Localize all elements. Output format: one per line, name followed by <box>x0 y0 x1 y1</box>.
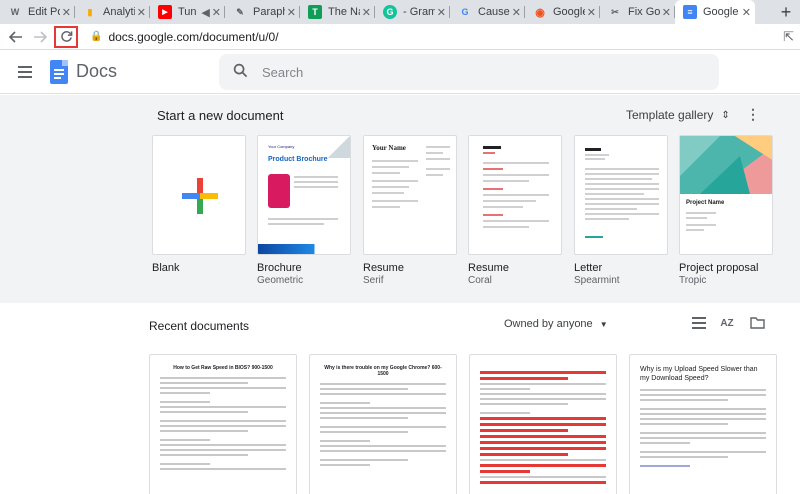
template-thumbnail[interactable] <box>574 135 668 255</box>
template-subtitle: Serif <box>363 275 384 286</box>
menu-icon[interactable] <box>18 65 32 78</box>
template-subtitle: Tropic <box>679 275 707 286</box>
owner-filter-dropdown[interactable]: Owned by anyone ▼ <box>504 318 608 330</box>
folder-icon[interactable] <box>749 316 765 330</box>
more-options-icon[interactable]: ⋮ <box>746 106 760 123</box>
template-thumbnail[interactable] <box>152 135 246 255</box>
sheets-icon: T <box>308 5 322 19</box>
browser-tab[interactable]: ▮Analytic✕ <box>75 0 150 24</box>
browser-tab[interactable]: ▶ Tun ◀ ✕ <box>150 0 225 24</box>
template-section: Start a new document Template gallery ⇕ … <box>0 95 800 303</box>
browser-tab[interactable]: ◉Google✕ <box>525 0 600 24</box>
browser-tab[interactable]: ✂Fix Goo✕ <box>600 0 675 24</box>
browser-tab[interactable]: TThe Nat✕ <box>300 0 375 24</box>
browser-tab[interactable]: ✎Paraphr✕ <box>225 0 300 24</box>
close-icon[interactable]: ✕ <box>742 6 751 19</box>
template-name: Project proposal <box>679 262 759 274</box>
recent-doc-card[interactable]: Why is there trouble on my Google Chrome… <box>309 354 457 494</box>
docs-header: Docs <box>0 50 800 94</box>
recent-doc-card[interactable]: Why is my Upload Speed Slower than my Do… <box>629 354 777 494</box>
template-name: Resume <box>363 262 404 274</box>
sort-az-icon[interactable]: AZ <box>719 316 735 330</box>
arrow-right-icon <box>34 30 47 43</box>
browser-tab[interactable]: GCauses✕ <box>450 0 525 24</box>
google-icon: G <box>461 7 469 17</box>
lock-icon: 🔒 <box>90 31 103 42</box>
template-thumbnail[interactable]: Your Company Product Brochure <box>257 135 351 255</box>
template-section-title: Start a new document <box>157 108 284 123</box>
analytics-icon: ▮ <box>87 6 93 17</box>
template-gallery-button[interactable]: Template gallery ⇕ <box>626 108 730 122</box>
share-icon[interactable]: ⇱ <box>783 29 794 45</box>
browser-tab[interactable]: WEdit Pos✕ <box>0 0 75 24</box>
template-thumbnail[interactable]: Project Name <box>679 135 773 255</box>
template-card-resume-coral[interactable]: Resume Coral <box>468 135 562 286</box>
template-name: Letter <box>574 262 603 274</box>
recent-doc-card[interactable] <box>469 354 617 494</box>
close-icon[interactable]: ✕ <box>212 6 221 19</box>
tools-icon: ✂ <box>611 6 619 17</box>
back-button[interactable] <box>4 25 28 49</box>
close-icon[interactable]: ✕ <box>662 6 671 19</box>
wordpress-icon: W <box>10 7 20 17</box>
close-icon[interactable]: ✕ <box>512 6 521 19</box>
template-thumbnail[interactable] <box>468 135 562 255</box>
template-thumbnail[interactable]: Your Name <box>363 135 457 255</box>
url-field[interactable]: 🔒 docs.google.com/document/u/0/ <box>90 30 279 44</box>
template-card-resume-serif[interactable]: Your Name Resume Serif <box>363 135 457 286</box>
list-view-icon[interactable] <box>691 316 707 330</box>
template-name: Blank <box>152 262 180 274</box>
docs-icon: ≡ <box>683 5 697 19</box>
close-icon[interactable]: ✕ <box>287 6 296 19</box>
template-subtitle: Spearmint <box>574 275 620 286</box>
template-card-blank[interactable]: Blank <box>152 135 246 274</box>
dropdown-arrow-icon: ▼ <box>599 320 608 329</box>
arrow-left-icon <box>9 30 22 43</box>
template-card-letter[interactable]: Letter Spearmint <box>574 135 668 286</box>
template-subtitle: Geometric <box>257 275 304 286</box>
close-icon[interactable]: ✕ <box>362 6 371 19</box>
recent-doc-card[interactable]: How to Get Raw Speed in BIOS? 900-1500 <box>149 354 297 494</box>
app-title[interactable]: Docs <box>76 61 117 82</box>
youtube-icon: ▶ <box>158 5 172 19</box>
close-icon[interactable]: ✕ <box>62 6 71 19</box>
template-subtitle: Coral <box>468 275 492 286</box>
search-icon[interactable] <box>233 63 248 82</box>
url-text: docs.google.com/document/u/0/ <box>108 29 279 44</box>
template-card-project-proposal[interactable]: Project Name Project proposal Tropic <box>679 135 773 286</box>
doc-title: Why is there trouble on my Google Chrome… <box>324 365 442 377</box>
browser-tab[interactable]: G- Gramm✕ <box>375 0 450 24</box>
template-card-brochure[interactable]: Your Company Product Brochure Brochure G… <box>257 135 351 286</box>
template-name: Resume <box>468 262 509 274</box>
close-icon[interactable]: ✕ <box>437 6 446 19</box>
recent-documents-title: Recent documents <box>149 319 250 333</box>
plus-icon <box>182 178 218 214</box>
reload-icon <box>60 31 72 42</box>
close-icon[interactable]: ✕ <box>137 6 146 19</box>
grammarly-icon: G <box>383 5 397 19</box>
speaker-icon[interactable]: ◀ <box>201 6 209 19</box>
forward-button[interactable] <box>28 25 52 49</box>
search-input[interactable] <box>262 64 662 80</box>
quill-icon: ✎ <box>236 6 244 17</box>
browser-tab-active[interactable]: ≡ Google ✕ <box>675 0 755 24</box>
doc-title: Why is my Upload Speed Slower than my Do… <box>640 366 758 382</box>
address-bar: 🔒 docs.google.com/document/u/0/ ⇱ <box>0 24 800 50</box>
template-name: Brochure <box>257 262 302 274</box>
docs-logo[interactable] <box>50 59 68 84</box>
tab-strip: WEdit Pos✕ ▮Analytic✕ ▶Tun◀✕ ✎Paraphr✕ T… <box>0 0 800 24</box>
unfold-icon: ⇕ <box>721 109 730 121</box>
close-icon[interactable]: ✕ <box>587 6 596 19</box>
search-bar[interactable] <box>219 54 719 90</box>
chrome-icon: ◉ <box>535 6 545 19</box>
tropic-pattern <box>680 136 772 194</box>
new-tab-button[interactable]: + <box>772 0 800 24</box>
reload-button[interactable] <box>54 25 78 48</box>
doc-title: How to Get Raw Speed in BIOS? 900-1500 <box>173 365 273 371</box>
